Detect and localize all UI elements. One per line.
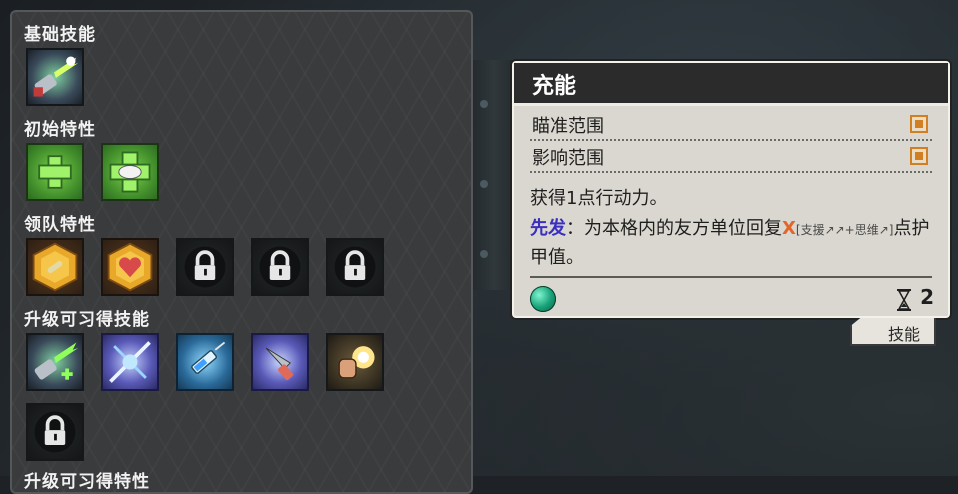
range-checkbox-icon xyxy=(910,147,928,165)
prop-label: 瞄准范围 xyxy=(532,116,604,137)
skill-type-tag: 技能 xyxy=(850,318,936,346)
blue-slash-icon xyxy=(109,341,151,383)
effect-line-2: 先发：为本格内的友方单位回复X[支援↗↗+思维↗]点护甲值。 xyxy=(530,215,934,272)
skill-slot-upgrade-5[interactable] xyxy=(326,333,384,391)
skill-tooltip-card: 充能 瞄准范围 影响范围 获得1点行动力。 先发：为本格内的友方单位回复X[支援… xyxy=(512,61,950,318)
effect-text: ：为本格内的友方单位回复 xyxy=(566,218,782,239)
lock-icon xyxy=(259,246,301,288)
skill-slot-upgrade-1[interactable] xyxy=(26,333,84,391)
section-title-basic-skill: 基础技能 xyxy=(24,25,96,45)
skill-slot-upgrade-3[interactable] xyxy=(176,333,234,391)
trait-slot-leader-locked-2[interactable] xyxy=(251,238,309,296)
trait-slot-leader-locked-1[interactable] xyxy=(176,238,234,296)
gold-bone-badge-icon xyxy=(32,242,78,292)
skill-type-label: 技能 xyxy=(887,325,920,344)
hourglass-icon xyxy=(897,289,911,311)
trait-slot-leader-1[interactable] xyxy=(26,238,84,296)
lock-icon xyxy=(184,246,226,288)
range-checkbox-icon xyxy=(910,115,928,133)
prop-target-range: 瞄准范围 xyxy=(530,109,932,141)
tooltip-header: 充能 xyxy=(514,63,948,106)
trait-slot-initial-1[interactable] xyxy=(26,143,84,201)
lock-icon xyxy=(334,246,376,288)
section-title-upgrade-trait: 升级可习得特性 xyxy=(24,472,150,492)
skill-slot-upgrade-2[interactable] xyxy=(101,333,159,391)
effect-line-1: 获得1点行动力。 xyxy=(530,188,668,209)
green-cross-icon xyxy=(38,155,72,189)
divider xyxy=(530,276,932,278)
skills-panel: 基础技能 初始特性 领队特性 升级可习得技能 升级可习得特性 xyxy=(10,10,473,494)
lock-icon xyxy=(34,411,76,453)
tool-beam-icon xyxy=(33,56,79,97)
prop-effect-range: 影响范围 xyxy=(530,141,932,173)
section-title-leader-trait: 领队特性 xyxy=(24,215,96,235)
trait-slot-initial-2[interactable] xyxy=(101,143,159,201)
skill-slot-upgrade-locked[interactable] xyxy=(26,403,84,461)
x-value: X xyxy=(782,218,796,239)
skill-slot-upgrade-4[interactable] xyxy=(251,333,309,391)
section-title-initial-trait: 初始特性 xyxy=(24,120,96,140)
tool-beam-plus-icon xyxy=(34,342,79,380)
cooldown-value: 2 xyxy=(920,285,934,309)
prop-label: 影响范围 xyxy=(532,148,604,169)
gold-heart-badge-icon xyxy=(107,242,153,292)
punch-glow-icon xyxy=(338,346,375,379)
scaling-note: [支援↗↗+思维↗] xyxy=(795,223,894,237)
skill-name: 充能 xyxy=(532,74,577,99)
trait-slot-leader-locked-3[interactable] xyxy=(326,238,384,296)
drill-icon xyxy=(265,347,294,381)
keyword-initiative[interactable]: 先发 xyxy=(530,218,566,239)
skill-slot-basic[interactable] xyxy=(26,48,84,106)
green-gem-icon xyxy=(530,286,556,312)
green-cross-handshake-icon xyxy=(109,151,151,193)
syringe-icon xyxy=(191,341,226,374)
trait-slot-leader-2[interactable] xyxy=(101,238,159,296)
section-title-upgrade-skill: 升级可习得技能 xyxy=(24,310,150,330)
